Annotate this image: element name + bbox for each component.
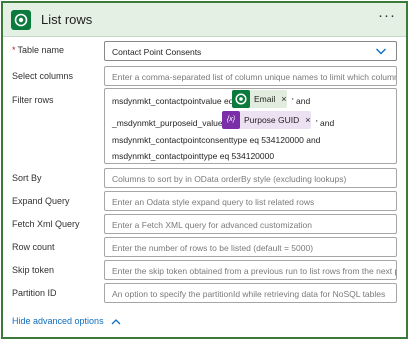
- filter-line-1-prefix: msdynmkt_contactpointvalue eq ': [112, 96, 238, 106]
- sort-by-label: Sort By: [12, 173, 42, 183]
- skip-token-label: Skip token: [12, 265, 55, 275]
- filter-line-1-suffix: ' and: [292, 96, 311, 106]
- filter-line-3: msdynmkt_contactpointconsenttype eq 5341…: [112, 135, 321, 145]
- filter-line-2-suffix: ' and: [316, 118, 335, 128]
- dataverse-icon: [11, 10, 31, 30]
- required-mark: *: [12, 45, 16, 55]
- chevron-up-icon: [106, 316, 121, 326]
- select-columns-input[interactable]: Enter a comma-separated list of column u…: [104, 66, 397, 86]
- variable-icon: {x}: [222, 111, 240, 129]
- more-options-button[interactable]: ···: [378, 7, 396, 24]
- table-name-label: * Table name: [12, 45, 64, 55]
- filter-rows-label: Filter rows: [12, 95, 54, 105]
- partition-id-input[interactable]: An option to specify the partitionId whi…: [104, 283, 397, 303]
- email-token[interactable]: Email ×: [232, 90, 287, 108]
- action-card: List rows ··· * Table name Contact Point …: [1, 1, 408, 339]
- hide-advanced-options-label: Hide advanced options: [12, 316, 104, 326]
- expand-query-label: Expand Query: [12, 196, 70, 206]
- row-count-input[interactable]: Enter the number of rows to be listed (d…: [104, 237, 397, 257]
- chevron-down-icon: [375, 45, 387, 59]
- purpose-guid-token[interactable]: {x} Purpose GUID ×: [222, 111, 311, 129]
- fetch-xml-label: Fetch Xml Query: [12, 219, 80, 229]
- hide-advanced-options-link[interactable]: Hide advanced options: [12, 316, 121, 326]
- filter-line-2-prefix: _msdynmkt_purposeid_value eq ': [112, 118, 239, 128]
- table-name-dropdown[interactable]: Contact Point Consents: [104, 41, 397, 61]
- action-header[interactable]: List rows ···: [3, 3, 406, 37]
- select-columns-label: Select columns: [12, 71, 74, 81]
- filter-rows-input[interactable]: msdynmkt_contactpointvalue eq ' Email × '…: [104, 88, 397, 164]
- dataverse-icon: [232, 90, 250, 108]
- remove-email-token-button[interactable]: ×: [281, 94, 286, 104]
- sort-by-input[interactable]: Columns to sort by in OData orderBy styl…: [104, 168, 397, 188]
- expand-query-input[interactable]: Enter an Odata style expand query to lis…: [104, 191, 397, 211]
- table-name-label-text: Table name: [17, 45, 65, 55]
- email-token-label: Email: [254, 94, 276, 104]
- remove-purpose-token-button[interactable]: ×: [305, 115, 310, 125]
- fetch-xml-input[interactable]: Enter a Fetch XML query for advanced cus…: [104, 214, 397, 234]
- filter-line-4: msdynmkt_contactpointtype eq 534120000: [112, 151, 275, 161]
- action-title: List rows: [41, 12, 93, 27]
- purpose-guid-token-label: Purpose GUID: [244, 115, 300, 125]
- table-name-value: Contact Point Consents: [112, 47, 202, 57]
- partition-id-label: Partition ID: [12, 288, 57, 298]
- row-count-label: Row count: [12, 242, 55, 252]
- skip-token-input[interactable]: Enter the skip token obtained from a pre…: [104, 260, 397, 280]
